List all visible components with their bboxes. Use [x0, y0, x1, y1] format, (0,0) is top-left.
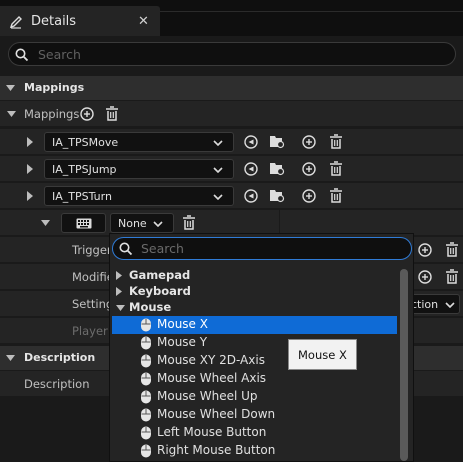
tooltip: Mouse X	[288, 339, 357, 370]
category-label: Mouse	[129, 300, 172, 314]
reset-arrow-icon[interactable]	[244, 135, 258, 149]
key-search-placeholder: Search	[141, 241, 184, 256]
tab-title: Details	[31, 14, 77, 29]
dropdown-scrollbar[interactable]	[400, 269, 408, 461]
key-select[interactable]: None	[110, 213, 174, 233]
chevron-right-icon	[116, 287, 122, 296]
tab-bar-divider	[156, 11, 463, 12]
plus-icon[interactable]	[418, 270, 432, 284]
settings-label: Setting	[72, 297, 114, 311]
trash-icon[interactable]	[445, 269, 459, 285]
mouse-icon	[141, 426, 151, 440]
browse-folder-icon[interactable]	[269, 134, 285, 149]
plus-icon[interactable]	[302, 162, 316, 176]
chevron-down-icon	[6, 85, 15, 91]
key-option-label: Right Mouse Button	[157, 443, 276, 457]
key-option-label: Mouse X	[157, 317, 208, 331]
chevron-down-icon	[6, 355, 15, 361]
chevron-down-icon	[213, 140, 223, 146]
mouse-icon	[141, 408, 151, 422]
mapping-row: IA_TPSTurn	[0, 183, 463, 209]
browse-folder-icon[interactable]	[269, 161, 285, 176]
settings-select-value: ction	[411, 298, 439, 311]
reset-arrow-icon[interactable]	[244, 189, 258, 203]
player-label: Player	[72, 324, 108, 338]
mappings-array-row: Mappings	[0, 101, 463, 127]
mouse-icon	[141, 372, 151, 386]
mapping-action-select[interactable]: IA_TPSMove	[44, 132, 234, 152]
search-icon	[119, 242, 133, 256]
key-option-label: Left Mouse Button	[157, 425, 267, 439]
section-title: Mappings	[24, 81, 85, 94]
key-option[interactable]: Mouse X	[112, 316, 397, 334]
tab-details[interactable]: Details ✕	[0, 6, 160, 36]
browse-folder-icon[interactable]	[269, 188, 285, 203]
pencil-icon	[9, 15, 23, 29]
mapping-action-value: IA_TPSMove	[52, 136, 119, 149]
mapping-row: IA_TPSJump	[0, 156, 463, 182]
chevron-right-icon	[116, 271, 122, 280]
chevron-down-icon	[445, 302, 455, 308]
key-option-label: Mouse XY 2D-Axis	[157, 353, 265, 367]
key-option-label: Mouse Y	[157, 335, 208, 349]
plus-icon[interactable]	[302, 135, 316, 149]
trash-icon[interactable]	[105, 106, 119, 122]
mapping-action-select[interactable]: IA_TPSTurn	[44, 186, 234, 206]
key-option-label: Mouse Wheel Axis	[157, 371, 267, 385]
mapping-row: IA_TPSMove	[0, 129, 463, 155]
mapping-action-value: IA_TPSJump	[52, 163, 117, 176]
trash-icon[interactable]	[329, 188, 343, 204]
key-option[interactable]: Mouse Wheel Up	[112, 388, 397, 406]
plus-icon[interactable]	[418, 243, 432, 257]
mouse-icon	[141, 354, 151, 368]
plus-icon[interactable]	[80, 107, 94, 121]
trash-icon[interactable]	[329, 134, 343, 150]
tooltip-text: Mouse X	[298, 348, 347, 362]
mouse-icon	[141, 390, 151, 404]
key-option[interactable]: Mouse Wheel Axis	[112, 370, 397, 388]
chevron-down-icon[interactable]	[7, 111, 16, 117]
chevron-right-icon[interactable]	[27, 164, 33, 174]
mapping-action-value: IA_TPSTurn	[52, 190, 112, 203]
key-option-label: Mouse Wheel Up	[157, 389, 258, 403]
key-capture-button[interactable]	[61, 213, 106, 233]
chevron-right-icon[interactable]	[27, 191, 33, 201]
trash-icon[interactable]	[329, 161, 343, 177]
chevron-down-icon	[116, 305, 125, 311]
category-label: Keyboard	[129, 284, 191, 298]
chevron-down-icon	[153, 221, 163, 227]
close-icon[interactable]: ✕	[138, 14, 149, 29]
plus-icon[interactable]	[302, 189, 316, 203]
mouse-icon	[141, 336, 151, 350]
chevron-down-icon[interactable]	[41, 220, 50, 226]
trash-icon[interactable]	[182, 215, 196, 231]
key-option[interactable]: Right Mouse Button	[112, 442, 397, 460]
chevron-down-icon	[213, 167, 223, 173]
mapping-action-select[interactable]: IA_TPSJump	[44, 159, 234, 179]
category-label: Gamepad	[129, 268, 191, 282]
key-select-value: None	[118, 217, 147, 230]
search-placeholder: Search	[38, 47, 81, 62]
mouse-icon	[141, 444, 151, 458]
reset-arrow-icon[interactable]	[244, 162, 258, 176]
keyboard-icon	[76, 218, 92, 229]
key-option[interactable]: Left Mouse Button	[112, 424, 397, 442]
description-label: Description	[24, 377, 90, 391]
search-input[interactable]: Search	[8, 42, 456, 66]
section-header-mappings[interactable]: Mappings	[0, 76, 463, 100]
chevron-down-icon	[213, 194, 223, 200]
section-title: Description	[24, 351, 96, 364]
key-option-label: Mouse Wheel Down	[157, 407, 276, 421]
column-divider	[279, 210, 280, 235]
mappings-label: Mappings	[24, 107, 80, 121]
trash-icon[interactable]	[445, 242, 459, 258]
modifiers-label: Modifie	[72, 270, 114, 284]
key-option[interactable]: Mouse Wheel Down	[112, 406, 397, 424]
triggers-label: Trigger	[72, 243, 112, 257]
chevron-right-icon[interactable]	[27, 137, 33, 147]
key-search-input[interactable]: Search	[112, 237, 412, 260]
search-icon	[15, 48, 29, 62]
mouse-icon	[141, 318, 151, 332]
